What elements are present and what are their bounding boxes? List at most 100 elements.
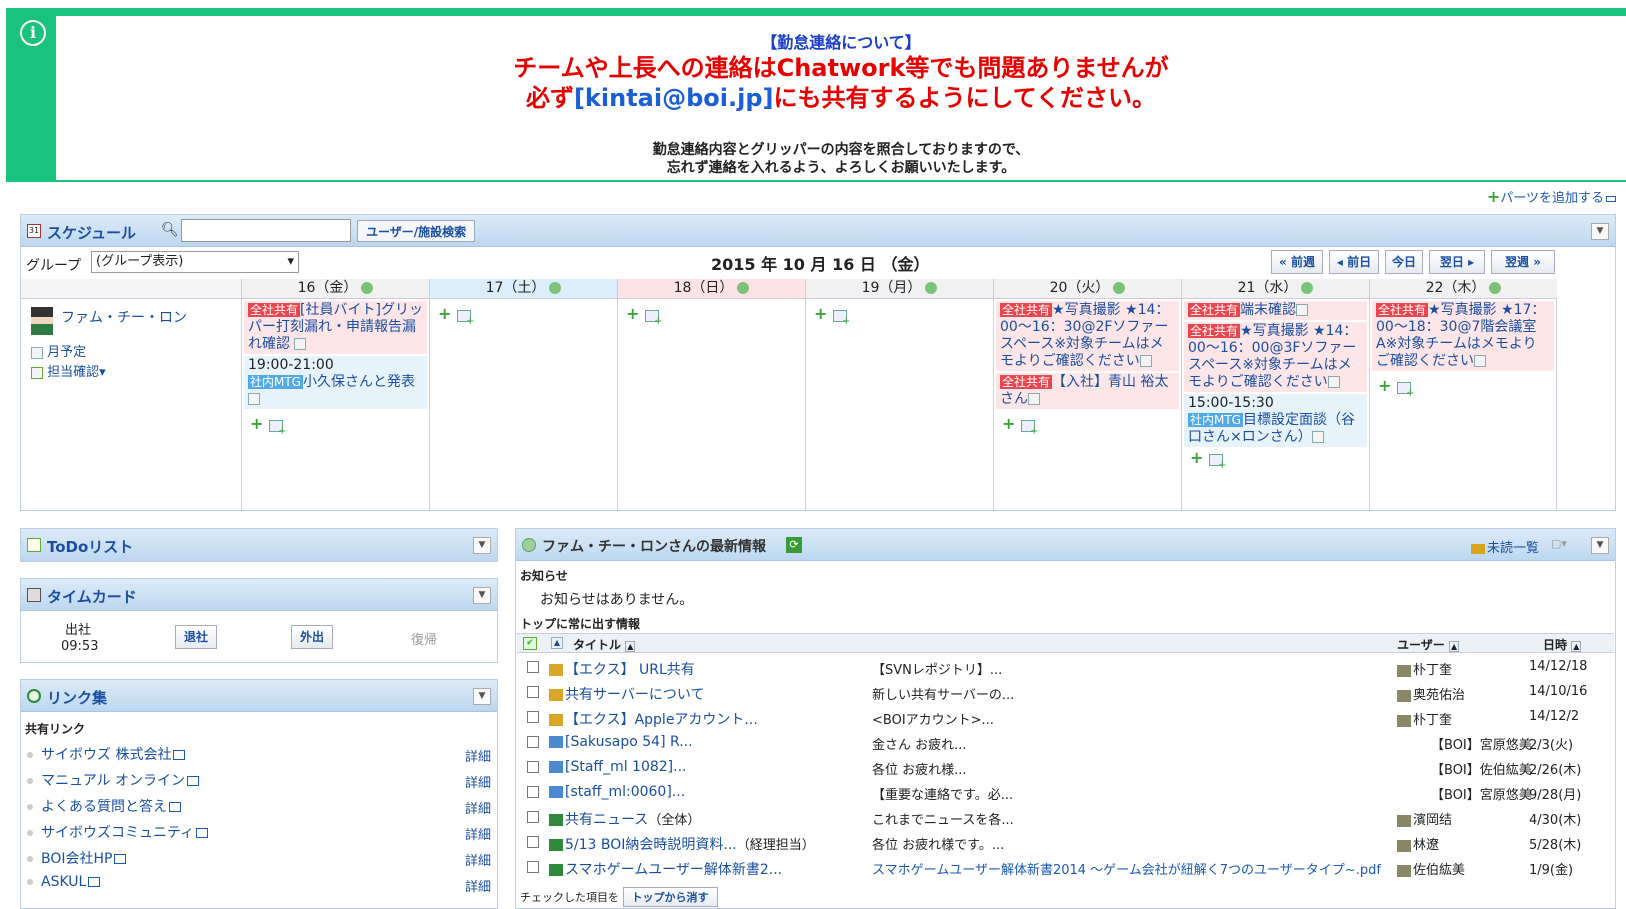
add-icon[interactable]: +: [1002, 414, 1015, 433]
detail-link[interactable]: 詳細: [465, 850, 491, 869]
row-checkbox[interactable]: [527, 811, 539, 823]
day-header[interactable]: 20（火）: [993, 279, 1181, 299]
day-header[interactable]: 18（日）: [617, 279, 805, 299]
add-icon[interactable]: +: [438, 304, 451, 323]
event-item[interactable]: 全社共有 【入社】青山 裕太さん: [996, 373, 1179, 409]
user-search-button[interactable]: ユーザー/施設検索: [357, 220, 476, 242]
add-schedule-icon[interactable]: [1113, 282, 1126, 294]
add-schedule-icon[interactable]: [1489, 282, 1502, 294]
leave-button[interactable]: 退社: [175, 625, 217, 649]
add-multi-icon[interactable]: [1021, 419, 1038, 437]
add-multi-icon[interactable]: [269, 419, 286, 437]
add-multi-icon[interactable]: [457, 309, 474, 327]
check-all-icon[interactable]: ✔: [523, 637, 537, 650]
add-schedule-icon[interactable]: [1301, 282, 1314, 294]
row-summary[interactable]: スマホゲームユーザー解体新書2014 ～ゲーム会社が紐解く7つのユーザータイプ~…: [872, 859, 1381, 878]
add-schedule-icon[interactable]: [361, 282, 374, 294]
detail-link[interactable]: 詳細: [465, 772, 491, 791]
day-header[interactable]: 17（土）: [429, 279, 617, 299]
row-user[interactable]: 奥苑佑治: [1397, 684, 1465, 703]
day-header[interactable]: 16（金）: [241, 279, 429, 299]
event-item[interactable]: 全社共有 端末確認: [1184, 301, 1367, 320]
row-title-cell[interactable]: 【エクス】Appleアカウント...: [549, 709, 758, 729]
chevron-down-icon[interactable]: ▼: [473, 688, 491, 705]
detail-link[interactable]: 詳細: [465, 824, 491, 843]
col-user[interactable]: ユーザー ▲: [1397, 636, 1460, 653]
next-week-button[interactable]: 翌週 »: [1491, 250, 1555, 274]
add-icon[interactable]: +: [250, 414, 263, 433]
add-icon[interactable]: +: [1190, 448, 1203, 467]
row-user[interactable]: 【BOI】宮原悠美: [1431, 784, 1532, 803]
remove-from-top-button[interactable]: トップから消す: [622, 887, 718, 907]
user-filter-icon[interactable]: ▢▾: [1551, 537, 1583, 553]
row-checkbox[interactable]: [527, 711, 539, 723]
table-row[interactable]: [staff_ml:0060]... 【重要な連絡です。必... 【BOI】宮原悠美…: [517, 780, 1614, 805]
schedule-search-input[interactable]: [181, 219, 351, 242]
detail-link[interactable]: 詳細: [465, 798, 491, 817]
row-title-cell[interactable]: スマホゲームユーザー解体新書2...: [549, 859, 782, 879]
event-item[interactable]: 全社共有 ★写真撮影 ★17：00〜18：30@7階会議室A※対象チームはメモより…: [1372, 301, 1554, 371]
row-user[interactable]: 濱岡结: [1397, 809, 1452, 828]
row-title-cell[interactable]: [Staff_ml 1082]...: [549, 759, 686, 775]
row-title-cell[interactable]: [staff_ml:0060]...: [549, 784, 685, 800]
add-multi-icon[interactable]: [645, 309, 662, 327]
table-row[interactable]: 【エクス】Appleアカウント... <BOIアカウント>... 朴丁奎 14/12/…: [517, 705, 1614, 730]
links-title[interactable]: リンク集: [47, 687, 107, 708]
row-checkbox[interactable]: [527, 761, 539, 773]
monthly-link[interactable]: 月予定: [31, 341, 86, 360]
unread-list-link[interactable]: 未読一覧: [1470, 537, 1539, 556]
todo-title[interactable]: ToDoリスト: [47, 536, 133, 557]
assign-check-link[interactable]: 担当確認▾: [31, 361, 106, 380]
table-row[interactable]: 【エクス】 URL共有 【SVNレポジトリ】... 朴丁奎 14/12/18: [517, 655, 1614, 680]
event-item[interactable]: 19:00-21:00 社内MTG 小久保さんと発表: [244, 356, 427, 409]
group-select[interactable]: (グループ表示): [91, 251, 299, 273]
day-header[interactable]: 22（木）: [1369, 279, 1557, 299]
row-user[interactable]: 朴丁奎: [1397, 659, 1452, 678]
row-user[interactable]: 林遼: [1397, 834, 1439, 853]
row-user[interactable]: 【BOI】宮原悠美: [1431, 734, 1532, 753]
chevron-down-icon[interactable]: ▼: [1591, 537, 1609, 554]
add-multi-icon[interactable]: [1209, 453, 1226, 471]
add-multi-icon[interactable]: [1397, 381, 1414, 399]
chevron-down-icon[interactable]: ▼: [473, 537, 491, 554]
table-row[interactable]: 5/13 BOI納会時説明資料...（経理担当） 各位 お疲れ様です。... 林遼 5…: [517, 830, 1614, 855]
day-cell-18[interactable]: +: [617, 299, 805, 511]
detail-link[interactable]: 詳細: [465, 746, 491, 765]
row-checkbox[interactable]: [527, 836, 539, 848]
event-item[interactable]: 全社共有 ★写真撮影 ★14：00〜16：00@3Fソファースペース※対象チームは…: [1184, 322, 1367, 392]
day-header[interactable]: 21（水）: [1181, 279, 1369, 299]
refresh-icon[interactable]: ⟳: [786, 537, 802, 553]
add-icon[interactable]: +: [1378, 376, 1391, 395]
link-item[interactable]: サイボウズ 株式会社: [27, 744, 186, 764]
day-cell-20[interactable]: 全社共有 ★写真撮影 ★14：00〜16：30@2Fソファースペース※対象チームは…: [993, 299, 1181, 511]
row-title-cell[interactable]: 共有ニュース（全体）: [549, 809, 700, 829]
col-date[interactable]: 日時 ▲: [1543, 636, 1582, 653]
add-icon[interactable]: +: [626, 304, 639, 323]
link-item[interactable]: サイボウズコミュニティ: [27, 822, 209, 842]
user-name[interactable]: ファム・チー・ロン: [61, 307, 187, 327]
sort-icon[interactable]: ▲: [625, 641, 636, 652]
row-user[interactable]: 【BOI】佐伯紘美: [1431, 759, 1532, 778]
add-parts-link[interactable]: +パーツを追加する: [1487, 187, 1616, 206]
add-multi-icon[interactable]: [833, 309, 850, 327]
row-title-cell[interactable]: 【エクス】 URL共有: [549, 659, 695, 679]
sort-icon[interactable]: ▲: [1571, 641, 1582, 652]
row-checkbox[interactable]: [527, 736, 539, 748]
day-cell-22[interactable]: 全社共有 ★写真撮影 ★17：00〜18：30@7階会議室A※対象チームはメモより…: [1369, 299, 1557, 511]
table-row[interactable]: 共有サーバーについて 新しい共有サーバーの... 奥苑佑治 14/10/16: [517, 680, 1614, 705]
add-schedule-icon[interactable]: [737, 282, 750, 294]
sort-icon[interactable]: ▲: [1448, 641, 1460, 652]
day-header[interactable]: 19（月）: [805, 279, 993, 299]
prev-day-button[interactable]: ◂ 前日: [1329, 250, 1379, 274]
next-day-button[interactable]: 翌日 ▸: [1429, 250, 1485, 274]
add-schedule-icon[interactable]: [925, 282, 938, 294]
add-icon[interactable]: +: [814, 304, 827, 323]
row-title-cell[interactable]: [Sakusapo 54] R...: [549, 734, 693, 750]
link-item[interactable]: よくある質問と答え: [27, 796, 181, 816]
row-title-cell[interactable]: 共有サーバーについて: [549, 684, 704, 704]
chevron-down-icon[interactable]: ▼: [1591, 223, 1609, 240]
day-cell-19[interactable]: +: [805, 299, 993, 511]
link-item[interactable]: マニュアル オンライン: [27, 770, 200, 790]
row-checkbox[interactable]: [527, 686, 539, 698]
row-title-cell[interactable]: 5/13 BOI納会時説明資料...（経理担当）: [549, 834, 815, 854]
